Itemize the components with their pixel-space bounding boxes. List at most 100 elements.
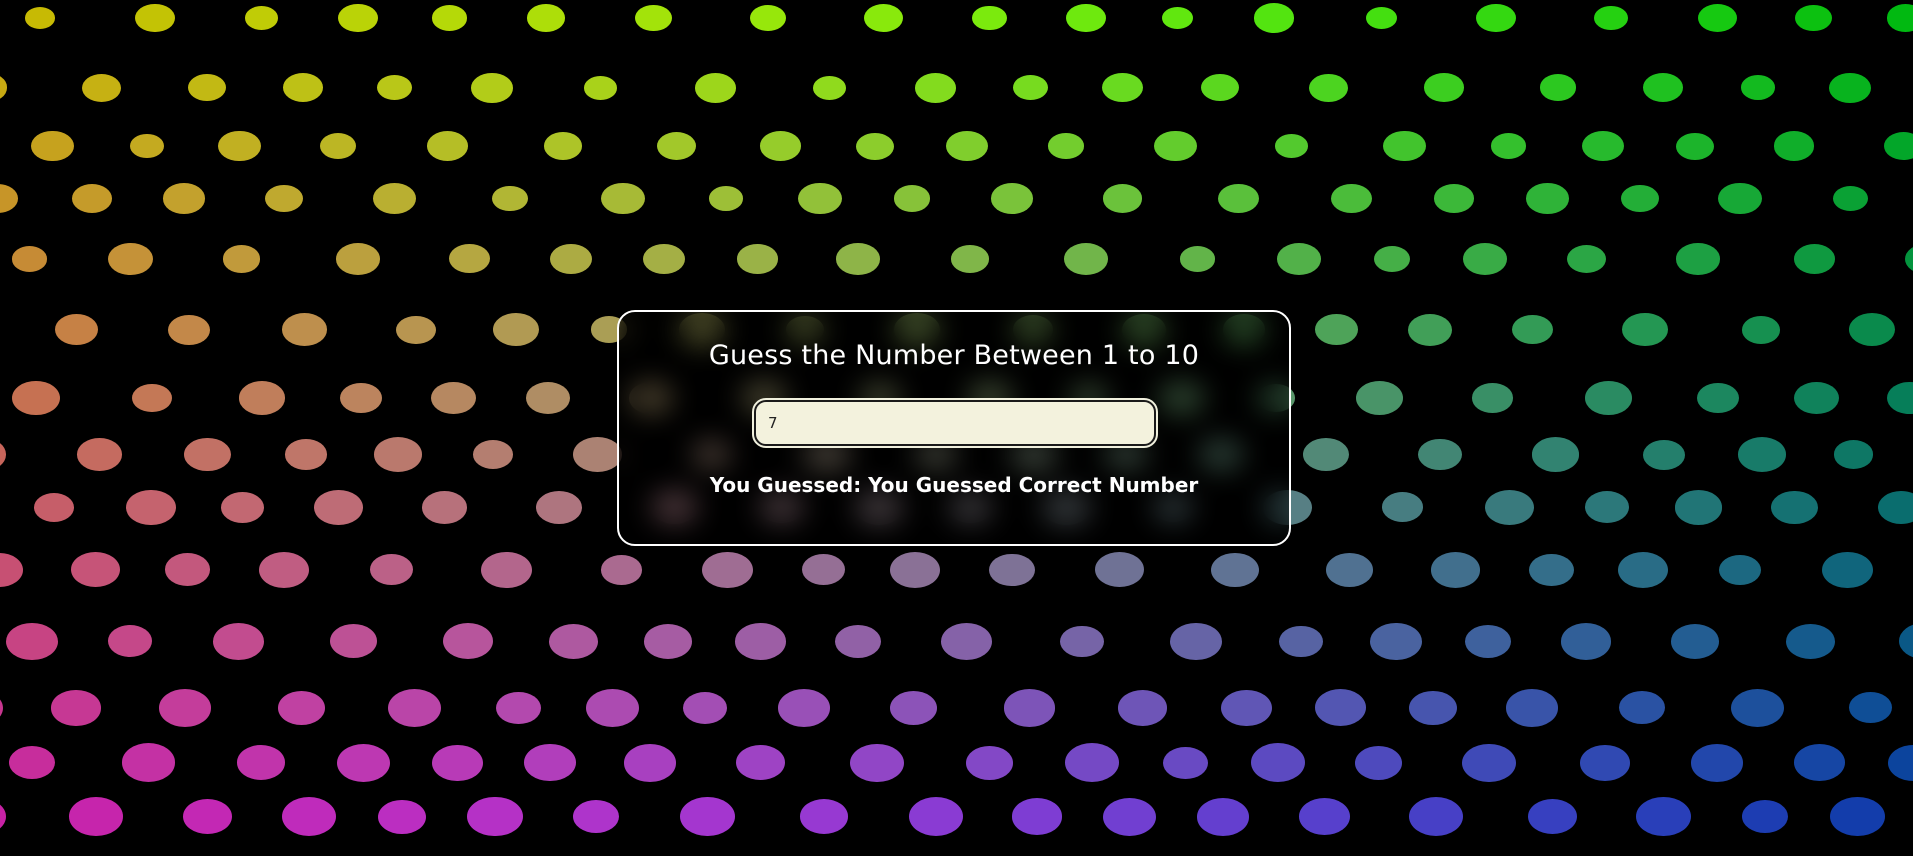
background-dot — [1829, 72, 1871, 103]
background-dot — [634, 4, 672, 32]
background-dot — [1370, 622, 1422, 660]
background-dot — [471, 72, 513, 103]
background-dot — [1795, 4, 1832, 32]
background-dot — [1674, 490, 1723, 525]
background-dot — [1196, 797, 1250, 836]
background-dot — [1409, 797, 1464, 837]
background-dot — [167, 314, 210, 345]
background-dot — [760, 131, 801, 161]
background-dot — [1618, 551, 1669, 588]
background-dot — [1161, 6, 1194, 30]
background-dot — [1279, 625, 1323, 657]
background-dot — [644, 624, 693, 659]
background-dot — [319, 132, 357, 160]
background-dot — [524, 744, 576, 782]
background-dot — [836, 243, 881, 275]
background-dot — [11, 246, 48, 272]
background-dot — [182, 798, 233, 835]
background-dot — [259, 551, 310, 588]
background-dot — [643, 243, 686, 275]
background-dot — [914, 72, 956, 103]
background-dot — [1298, 798, 1350, 835]
background-dot — [1102, 73, 1143, 103]
background-dot — [813, 75, 847, 100]
background-dot — [54, 313, 99, 346]
background-dot — [1330, 183, 1372, 214]
background-dot — [680, 796, 736, 837]
background-dot — [1221, 689, 1272, 726]
background-dot — [1170, 622, 1223, 661]
background-dot — [33, 492, 75, 522]
background-dot — [1877, 490, 1913, 524]
background-dot — [71, 552, 121, 588]
background-dot — [130, 133, 165, 159]
background-dot — [1594, 5, 1629, 31]
background-dot — [1434, 184, 1474, 213]
guess-game-card: Guess the Number Between 1 to 10 You Gue… — [617, 310, 1291, 546]
background-dot — [1691, 744, 1744, 782]
background-dot — [600, 555, 642, 585]
background-dot — [543, 132, 583, 161]
background-dot — [432, 5, 468, 31]
background-dot — [1794, 381, 1840, 415]
background-dot — [1834, 440, 1874, 469]
background-dot — [6, 622, 59, 661]
background-dot — [1719, 554, 1762, 586]
background-dot — [734, 623, 786, 660]
background-dot — [1785, 623, 1835, 660]
background-dot — [426, 131, 468, 161]
background-dot — [799, 799, 849, 834]
background-dot — [1531, 437, 1580, 472]
background-dot — [1430, 552, 1481, 588]
background-dot — [1408, 313, 1453, 346]
background-dot — [107, 242, 153, 275]
background-dot — [1741, 799, 1788, 834]
background-dot — [1424, 73, 1464, 102]
background-dot — [0, 73, 8, 102]
background-dot — [376, 74, 413, 101]
background-dot — [801, 554, 846, 586]
guess-input[interactable] — [752, 398, 1158, 448]
background-dot — [1621, 185, 1659, 212]
background-dot — [467, 796, 523, 837]
background-dot — [863, 3, 903, 32]
background-dot — [314, 490, 363, 525]
background-dot — [1210, 552, 1259, 588]
background-dot — [1485, 489, 1535, 525]
background-dot — [1355, 380, 1403, 415]
background-dot — [396, 315, 436, 344]
background-dot — [481, 551, 532, 589]
background-dot — [1201, 74, 1239, 102]
background-dot — [702, 551, 753, 589]
background-dot — [736, 745, 786, 781]
background-dot — [623, 743, 677, 782]
background-dot — [281, 796, 337, 837]
background-dot — [188, 74, 227, 102]
background-dot — [1560, 623, 1612, 660]
background-dot — [1476, 3, 1517, 33]
background-dot — [1528, 553, 1574, 586]
background-dot — [378, 799, 426, 834]
background-dot — [1315, 689, 1367, 727]
background-dot — [51, 690, 101, 726]
background-dot — [212, 622, 264, 660]
background-dot — [1012, 74, 1049, 101]
background-dot — [1584, 491, 1629, 524]
background-dot — [1580, 745, 1630, 781]
background-dot — [1217, 183, 1260, 214]
background-dot — [443, 623, 493, 660]
background-dot — [908, 797, 963, 837]
background-dot — [421, 491, 468, 524]
background-dot — [1718, 182, 1762, 215]
background-dot — [1622, 313, 1668, 347]
result-message: You Guessed: You Guessed Correct Number — [709, 473, 1199, 497]
background-dot — [264, 184, 304, 213]
background-dot — [835, 624, 881, 658]
background-dot — [374, 437, 423, 472]
background-dot — [1771, 490, 1818, 524]
background-dot — [1670, 624, 1719, 659]
background-dot — [1697, 3, 1738, 33]
background-dot — [69, 797, 123, 836]
background-dot — [335, 243, 380, 275]
background-dot — [682, 691, 728, 724]
